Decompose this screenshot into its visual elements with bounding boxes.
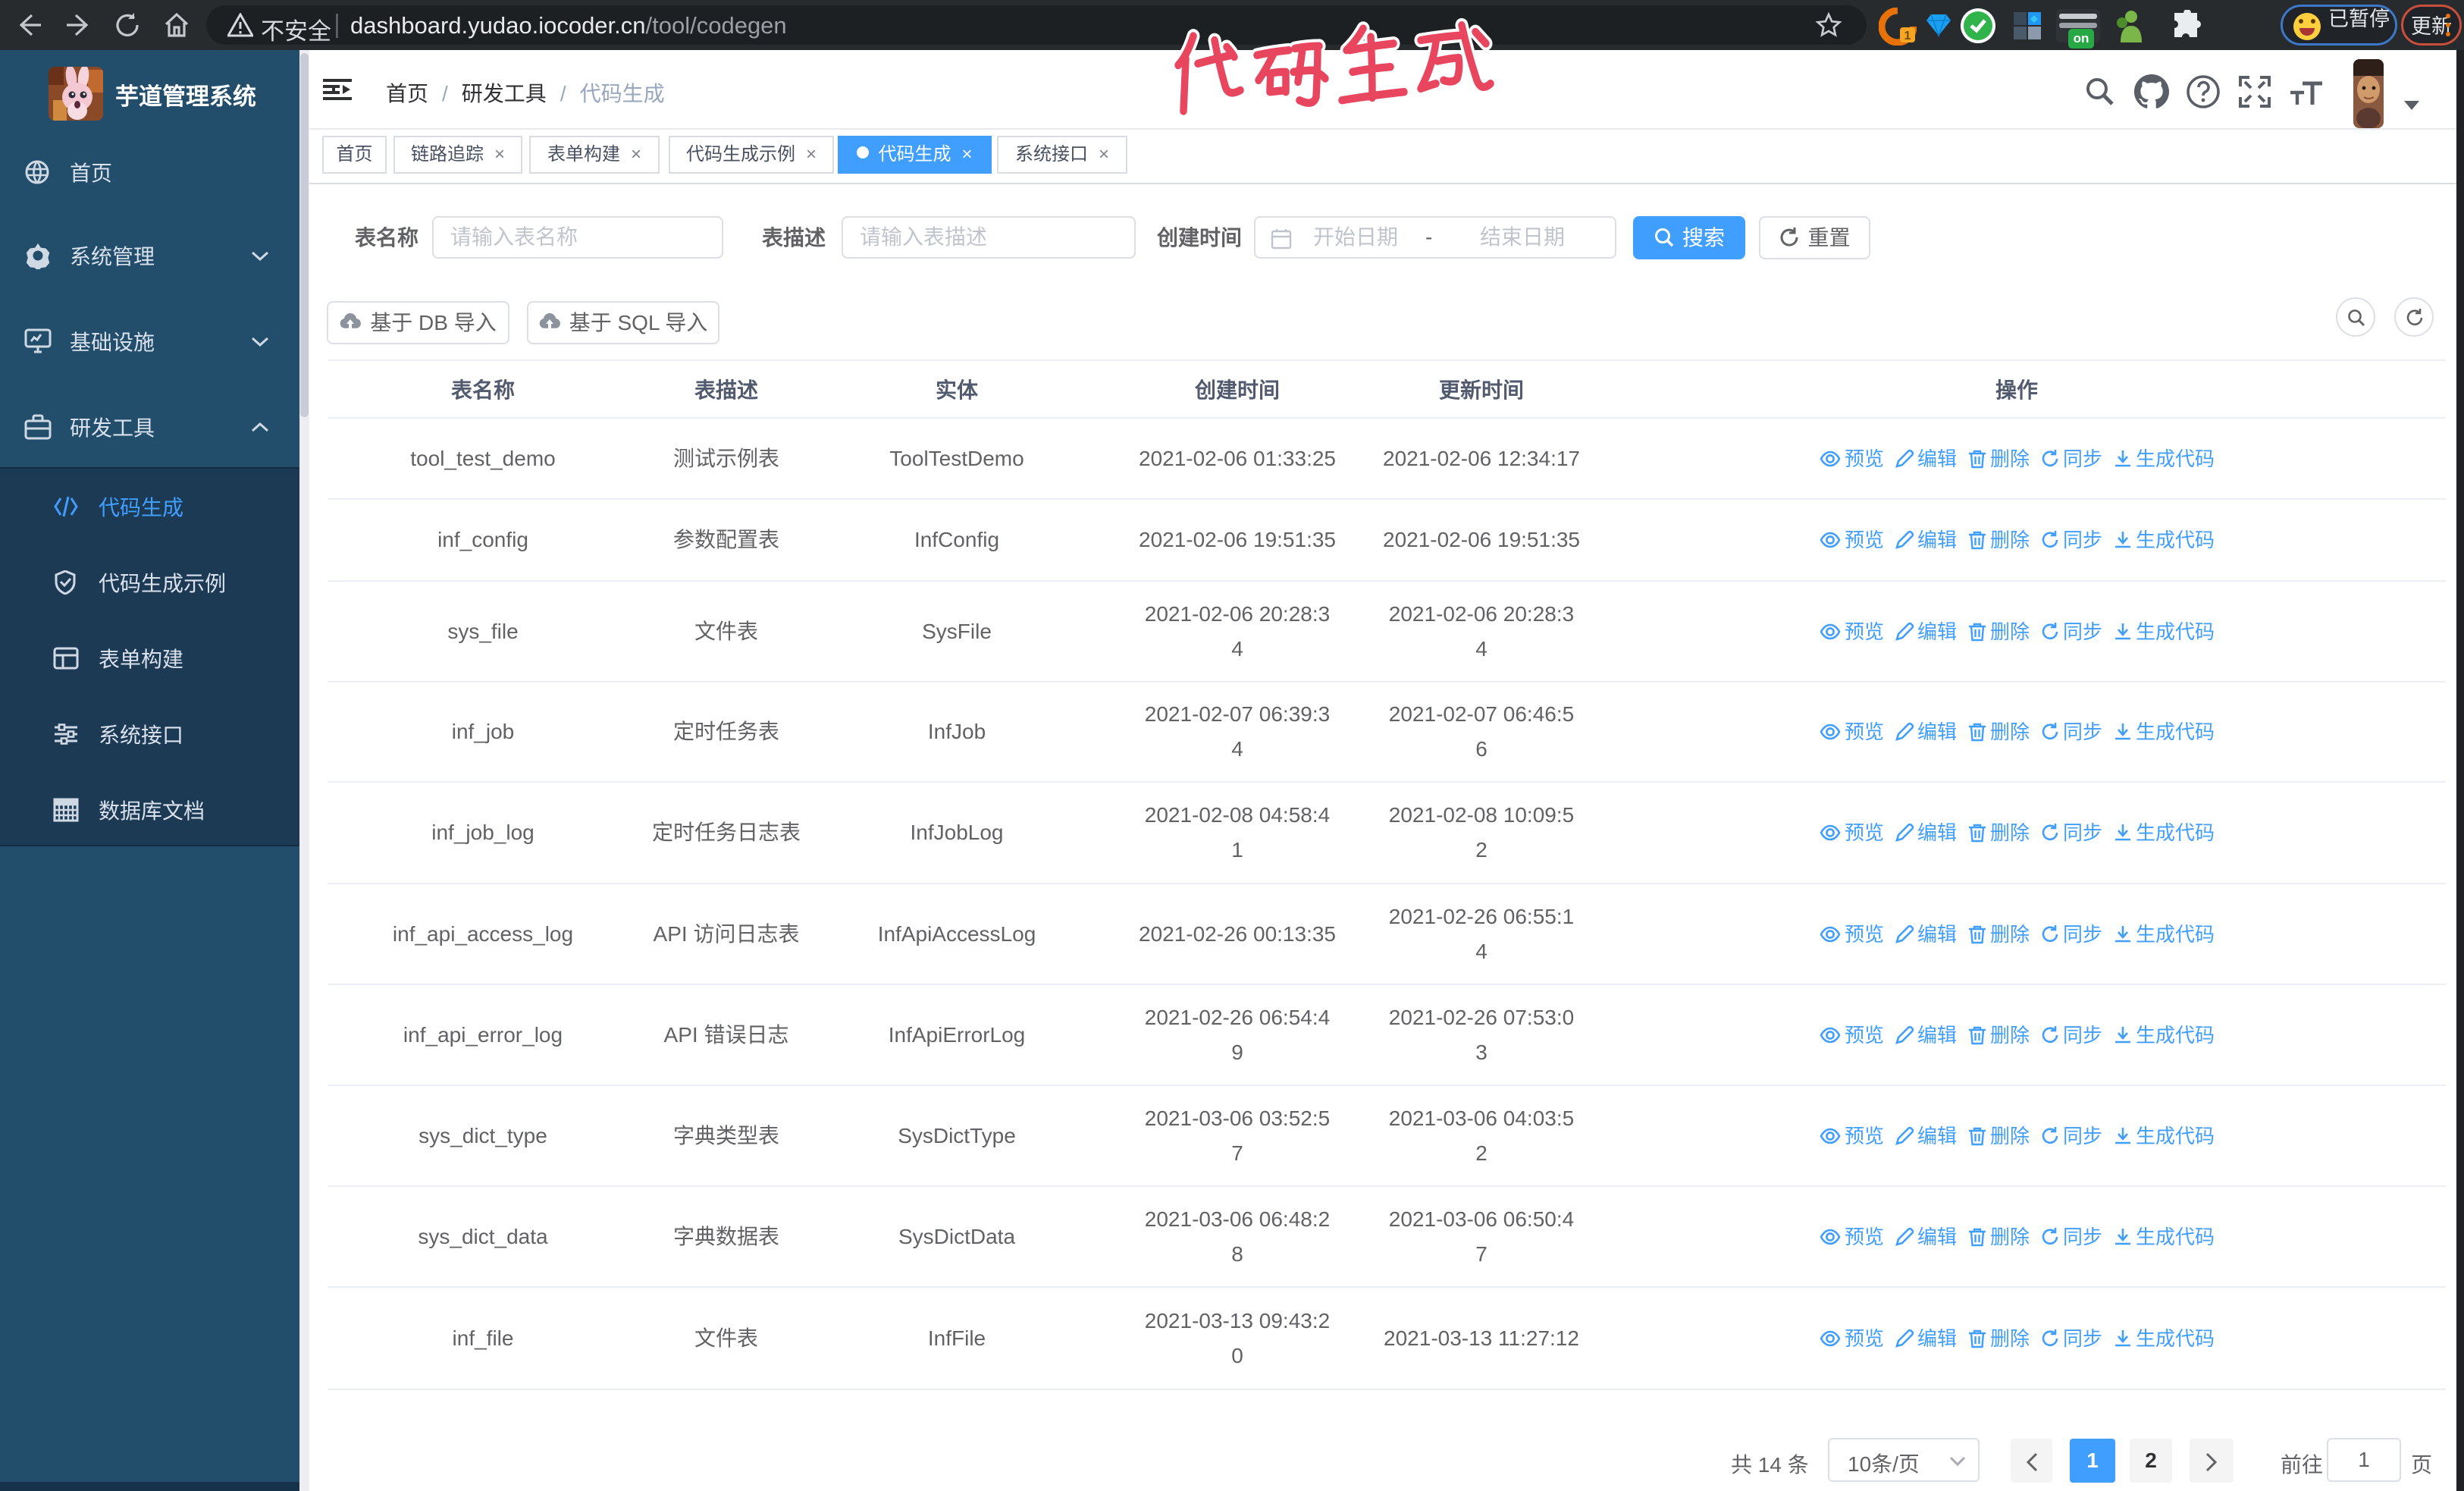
svg-text:1: 1 [1904,30,1911,42]
